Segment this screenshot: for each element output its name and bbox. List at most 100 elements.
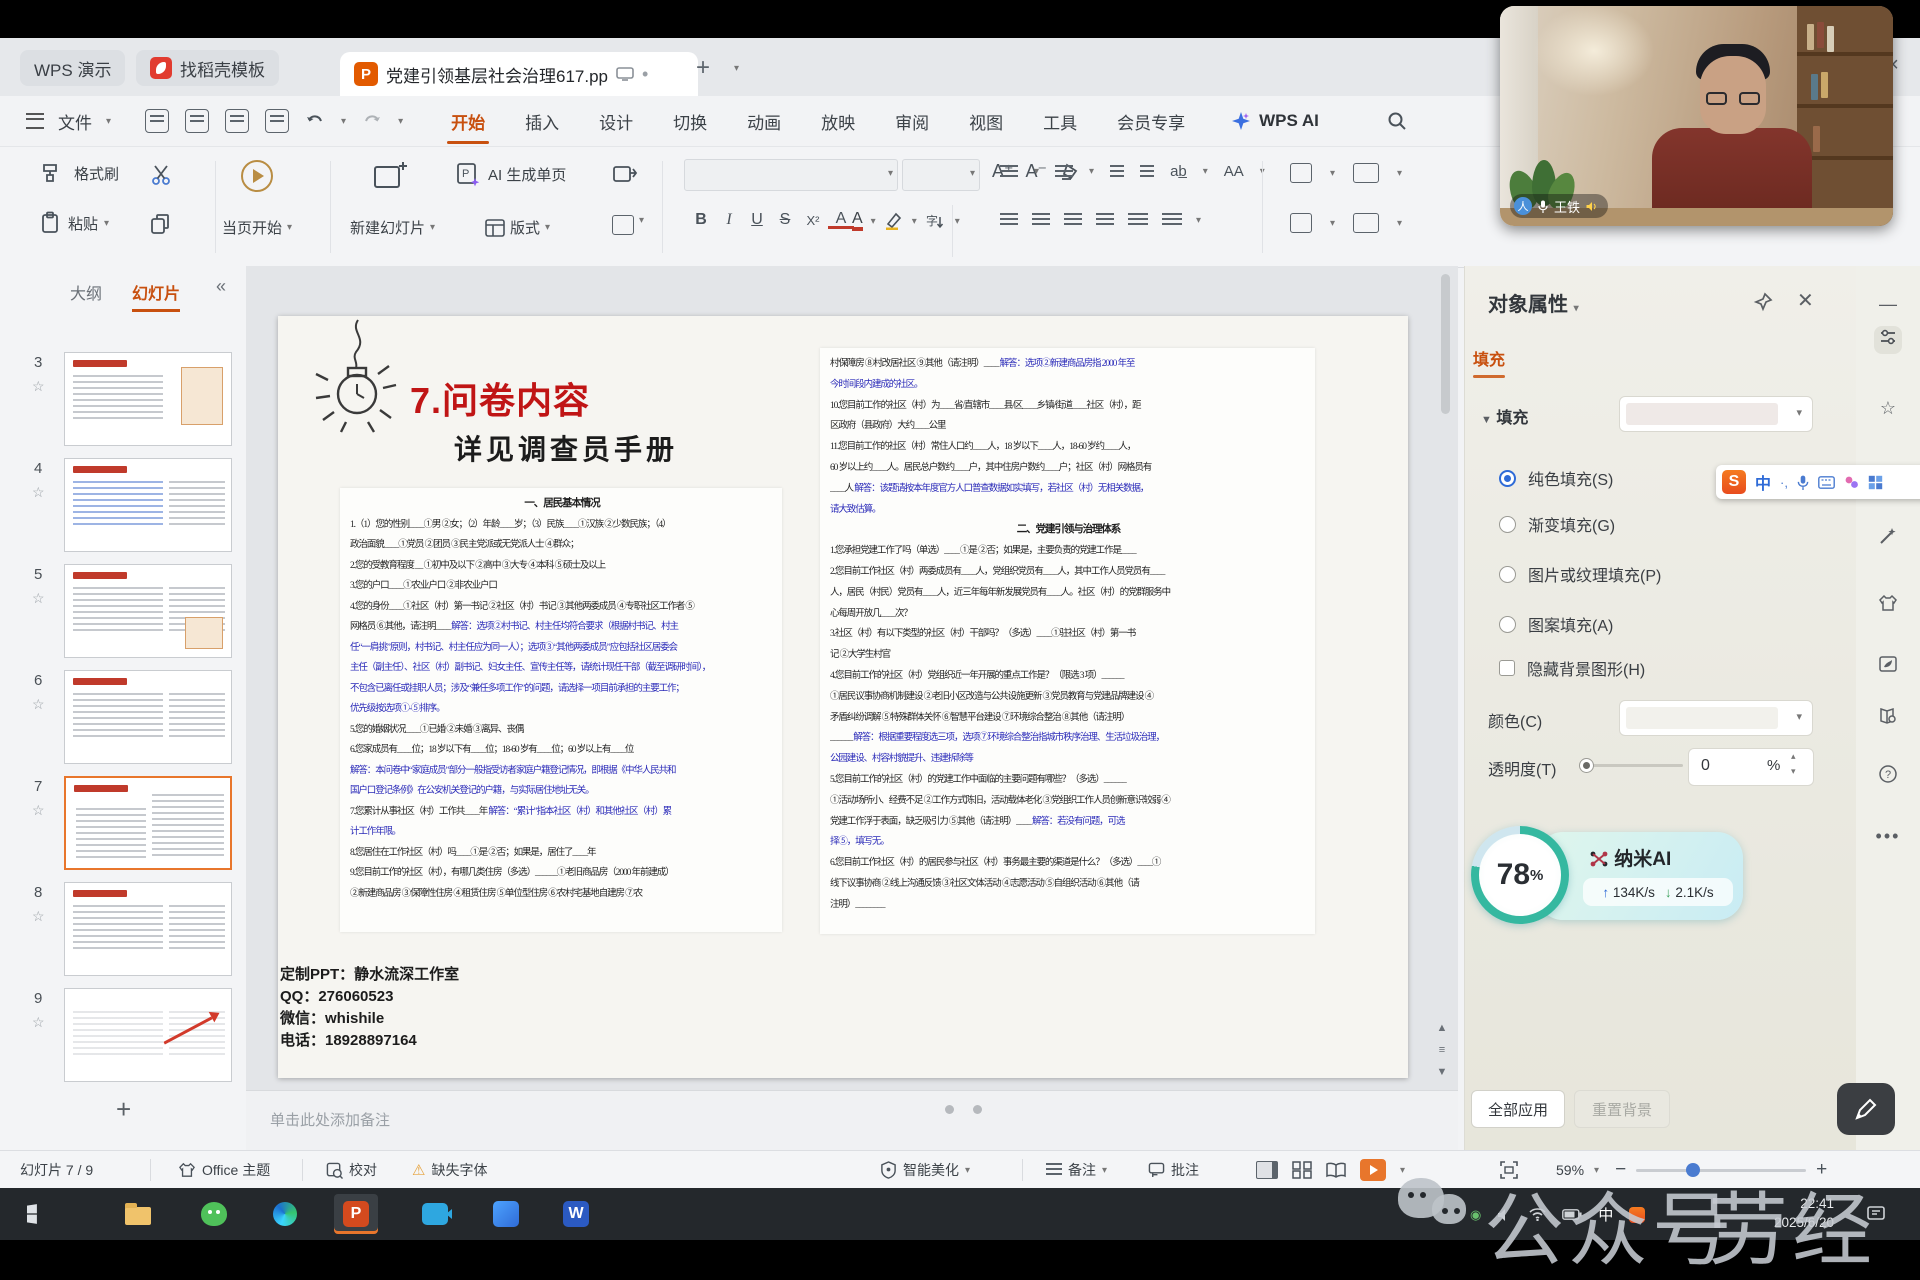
pagination-dot[interactable] [973,1105,982,1114]
edit-tool-fab[interactable] [1837,1083,1895,1135]
nami-ai-widget[interactable]: 78% 纳米AI ↑ 134K/s ↓ 2.1K/s [1471,826,1751,926]
ai-generate-button[interactable]: P AI 生成单页 [455,161,566,187]
change-case-icon[interactable]: AA [1224,163,1244,180]
slide-title[interactable]: 7.问卷内容 [410,372,590,424]
star-icon[interactable]: ☆ [32,378,45,395]
font-style-button[interactable]: U [744,211,770,229]
transparency-value-box[interactable]: 0 % ▴ ▾ [1688,748,1814,786]
copy-button[interactable] [150,213,172,240]
chevron-down-icon[interactable]: ▾ [1034,166,1039,177]
font-style-button[interactable]: B [688,211,714,229]
action-center-icon[interactable] [1866,1204,1886,1224]
collapse-panel-icon[interactable]: — [1874,290,1902,318]
font-style-button[interactable]: S [772,211,798,229]
chevron-down-icon[interactable]: ▾ [1203,166,1208,177]
align-left-icon[interactable] [1000,213,1018,227]
zoom-in-icon[interactable]: + [1816,1159,1827,1181]
redo-icon[interactable] [362,112,382,130]
battery-icon[interactable] [1562,1209,1582,1220]
text-direction-icon[interactable] [1290,163,1312,183]
ime-keyboard-icon[interactable] [1818,476,1835,489]
taskbar-app[interactable] [263,1194,307,1234]
taskbar-app[interactable]: W [554,1194,598,1234]
ribbon-tab[interactable]: 工具 [1037,109,1083,134]
chevron-down-icon[interactable]: ▾ [1196,215,1201,226]
editing-canvas[interactable]: 7.问卷内容 详见调查员手册 一、居民基本情况 1.（1）您的性别____①男 … [246,266,1458,1150]
reset-background-button[interactable]: 重置背景 [1574,1090,1670,1128]
star-icon[interactable]: ☆ [32,802,45,819]
text-effects-icon[interactable]: ab̲ [1170,163,1187,180]
ime-skin-icon[interactable] [1844,475,1859,490]
chevron-down-icon[interactable]: ▾ [1594,1165,1599,1176]
star-icon[interactable]: ☆ [32,1014,45,1031]
fill-section-header[interactable]: ▼ 填充 [1481,404,1528,428]
font-style-button[interactable]: X² [800,213,826,228]
format-painter-button[interactable]: 格式刷 [40,161,119,185]
effects-star-icon[interactable]: ☆ [1874,394,1902,422]
volume-icon[interactable] [1497,1208,1513,1222]
font-style-button[interactable]: I [716,211,742,229]
search-reference-icon[interactable] [1874,706,1902,734]
file-menu[interactable]: 文件 ▾ [26,109,111,134]
ime-indicator[interactable]: 中 [1598,1204,1613,1225]
present-screen-icon[interactable] [616,67,634,81]
chevron-down-icon[interactable]: ▾ [1089,166,1094,177]
smart-beautify-button[interactable]: 智能美化▾ [880,1151,970,1189]
missing-font-warning[interactable]: ⚠ 缺失字体 [412,1151,487,1189]
slide-thumbnail[interactable] [64,564,232,658]
more-options-icon[interactable]: ••• [1874,822,1902,850]
taskbar-app[interactable] [116,1194,160,1234]
star-icon[interactable]: ☆ [32,484,45,501]
import-export-icon[interactable] [612,163,638,192]
play-from-page-icon[interactable] [238,157,276,200]
chevron-down-icon[interactable]: ▾ [1400,1165,1405,1176]
highlight-color-icon[interactable] [884,212,904,230]
start-from-page-button[interactable]: 当页开始 ▾ [222,217,292,238]
star-icon[interactable]: ☆ [32,696,45,713]
new-tab-button[interactable]: + [690,48,716,88]
line-spacing-icon[interactable] [1128,213,1148,227]
new-slide-button[interactable]: 新建幻灯片 ▾ [350,217,435,238]
ime-mode-indicator[interactable]: 中 [1755,470,1771,494]
vertical-scrollbar[interactable] [1441,274,1450,414]
slide-7[interactable]: 7.问卷内容 详见调查员手册 一、居民基本情况 1.（1）您的性别____①男 … [278,316,1408,1078]
contact-info[interactable]: 定制PPT：静水流深工作室QQ：276060523微信：whishile电话：1… [280,964,459,1052]
print-icon[interactable] [225,109,249,133]
search-icon[interactable] [1387,111,1407,131]
ime-toolbox-icon[interactable] [1868,475,1883,490]
slide-thumbnail[interactable] [64,776,232,870]
chevron-down-icon[interactable]: ▾ [1330,218,1335,229]
chevron-down-icon[interactable]: ▾ [1330,168,1335,179]
font-style-button[interactable]: A [828,211,854,229]
fill-option-radio[interactable]: 图案填充(A) [1499,612,1613,636]
slideshow-button[interactable] [1360,1159,1386,1181]
tab-slides[interactable]: 幻灯片 [132,280,180,304]
ribbon-tab[interactable]: 审阅 [889,109,935,134]
pagination-dot[interactable] [945,1105,954,1114]
office-theme-button[interactable]: Office 主题 [178,1151,270,1189]
print-preview-icon[interactable] [265,109,289,133]
star-icon[interactable]: ☆ [32,590,45,607]
fit-slide-icon[interactable] [1500,1161,1518,1179]
taskbar-app[interactable] [16,1194,60,1234]
undo-dropdown-icon[interactable]: ▾ [341,116,346,127]
align-justify-icon[interactable] [1096,213,1114,227]
tab-document[interactable]: P 党建引领基层社会治理617.pp • [340,52,698,96]
design-clothes-icon[interactable] [1874,592,1902,620]
columns-icon[interactable] [1162,213,1182,227]
taskbar-app[interactable] [484,1194,528,1234]
align-right-icon[interactable] [1064,213,1082,227]
ribbon-tab[interactable]: 插入 [519,109,565,134]
ribbon-tab[interactable]: 视图 [963,109,1009,134]
insert-textbox-icon[interactable] [1353,163,1379,183]
align-objects-icon[interactable] [1290,213,1312,233]
undo-icon[interactable] [305,112,325,130]
questionnaire-image-right[interactable]: 村保障房 ⑧村改居社区 ⑨其他（请注明）____ 解答：选项②新建商品房指 20… [820,348,1315,934]
ribbon-tab[interactable]: 设计 [593,109,639,134]
chevron-down-icon[interactable]: ▾ [1397,168,1402,179]
close-panel-icon[interactable]: ✕ [1797,288,1814,313]
zoom-slider-handle[interactable] [1686,1163,1700,1177]
character-spacing-icon[interactable]: 字 [925,211,947,231]
star-icon[interactable]: ☆ [32,908,45,925]
system-tray[interactable]: ◉ 中 [1470,1204,1645,1225]
